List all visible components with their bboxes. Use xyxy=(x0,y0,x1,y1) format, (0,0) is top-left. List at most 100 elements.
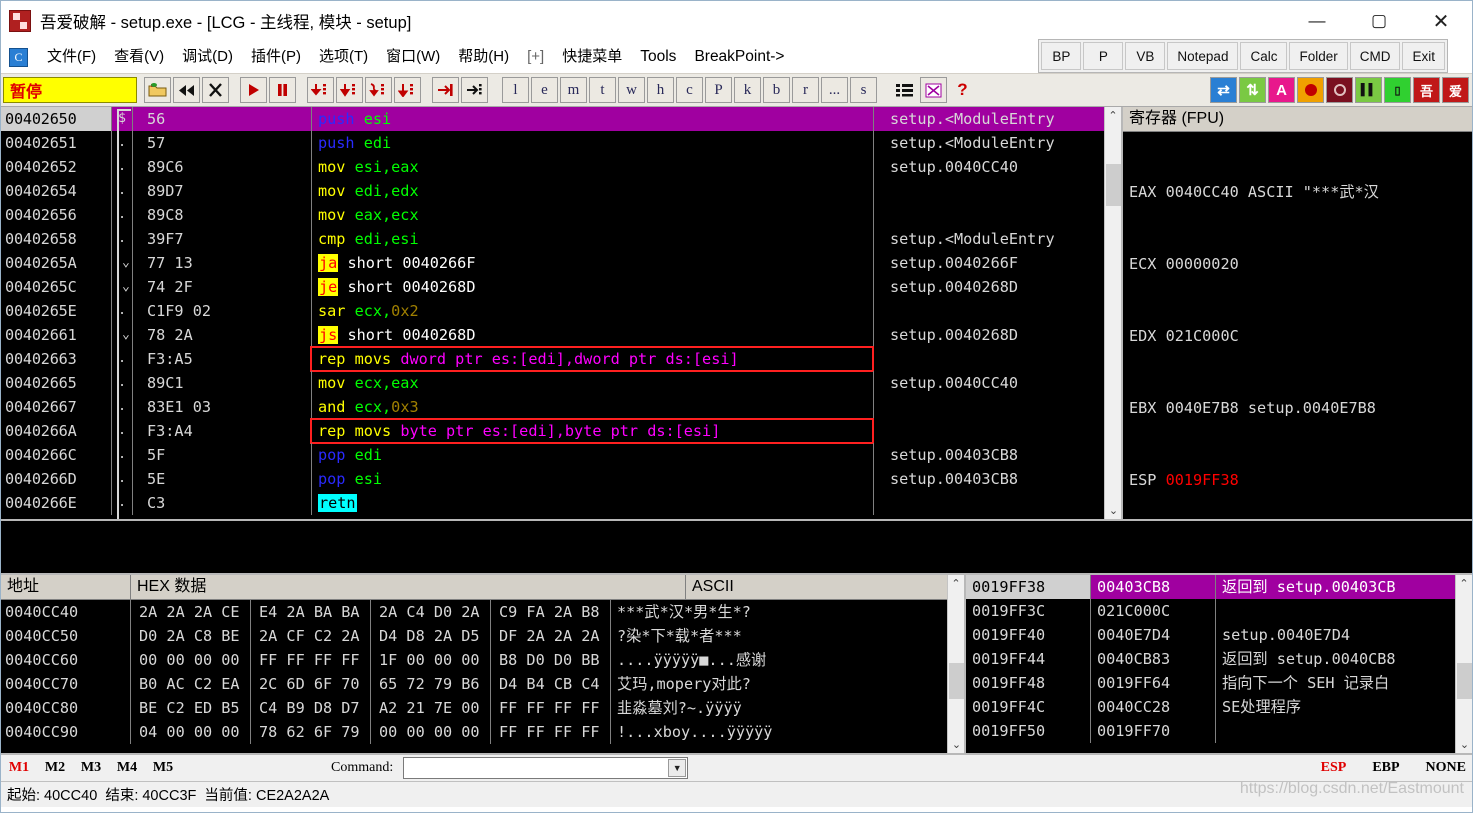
stack-value[interactable]: 021C000C xyxy=(1091,599,1216,623)
disasm-row[interactable]: 00402650 $ 56 push esi setup.<ModuleEntr… xyxy=(1,107,1121,131)
dump-hex-group[interactable]: 2A 2A 2A CE xyxy=(131,600,251,624)
dump-row[interactable]: 0040CC70 B0 AC C2 EA 2C 6D 6F 70 65 72 7… xyxy=(1,672,964,696)
options-list-icon[interactable] xyxy=(891,77,918,103)
menu-item-plugins[interactable]: 插件(P) xyxy=(242,42,310,72)
disasm-row[interactable]: 00402654 . 89D7 mov edi,edx xyxy=(1,179,1121,203)
scroll-up-icon[interactable]: ⌃ xyxy=(1105,107,1121,124)
step-into-icon[interactable] xyxy=(307,77,334,103)
dump-hex-group[interactable]: 04 00 00 00 xyxy=(131,720,251,744)
toolbar-threads-button[interactable]: t xyxy=(589,77,616,103)
toolbar-memory-button[interactable]: m xyxy=(560,77,587,103)
scroll-thumb[interactable] xyxy=(949,663,964,699)
stack-row[interactable]: 0019FF50 0019FF70 xyxy=(966,719,1472,743)
stack-scrollbar[interactable]: ⌃ ⌄ xyxy=(1455,575,1472,753)
ai-icon[interactable]: 爱 xyxy=(1442,77,1469,103)
chevron-down-icon[interactable]: ▼ xyxy=(668,759,687,777)
menu-item-breakpoint[interactable]: BreakPoint-> xyxy=(685,42,793,72)
animate-down-icon[interactable] xyxy=(394,77,421,103)
memory-dump-pane[interactable]: 地址 HEX 数据 ASCII 0040CC40 2A 2A 2A CE E4 … xyxy=(1,575,966,753)
memory-slot-m2[interactable]: M2 xyxy=(37,760,73,776)
register-row[interactable]: ESP 0019FF38 xyxy=(1129,468,1472,492)
disasm-row[interactable]: 00402658 . 39F7 cmp edi,esi setup.<Modul… xyxy=(1,227,1121,251)
record-icon[interactable] xyxy=(1297,77,1324,103)
memory-slot-m1[interactable]: M1 xyxy=(1,760,37,776)
dump-hex-group[interactable]: C4 B9 D8 D7 xyxy=(251,696,371,720)
scroll-down-icon[interactable]: ⌄ xyxy=(1105,502,1121,519)
dump-hex-group[interactable]: 2A C4 D0 2A xyxy=(371,600,491,624)
disassembly-scrollbar[interactable]: ⌃ ⌄ xyxy=(1104,107,1121,519)
toolbar-modules-button[interactable]: e xyxy=(531,77,558,103)
help-icon[interactable]: ? xyxy=(949,77,976,103)
disassembly-pane[interactable]: 00402650 $ 56 push esi setup.<ModuleEntr… xyxy=(1,107,1123,519)
command-input[interactable]: ▼ xyxy=(403,757,689,779)
dump-hex-group[interactable]: D4 D8 2A D5 xyxy=(371,624,491,648)
menu-item-help[interactable]: 帮助(H) xyxy=(449,42,518,72)
close-program-icon[interactable] xyxy=(202,77,229,103)
plugin-button-exit[interactable]: Exit xyxy=(1402,42,1445,70)
plugin-button-bp[interactable]: BP xyxy=(1041,42,1082,70)
stack-row[interactable]: 0019FF48 0019FF64 指向下一个 SEH 记录白 xyxy=(966,671,1472,695)
step-over-icon[interactable] xyxy=(336,77,363,103)
toolbar-more-button[interactable]: ... xyxy=(821,77,848,103)
disasm-row[interactable]: 00402663 . F3:A5 rep movs dword ptr es:[… xyxy=(1,346,1121,372)
scroll-down-icon[interactable]: ⌄ xyxy=(1456,736,1472,753)
stack-row[interactable]: 0019FF3C 021C000C xyxy=(966,599,1472,623)
dump-hex-group[interactable]: FF FF FF FF xyxy=(491,696,611,720)
disasm-row[interactable]: 00402667 . 83E1 03 and ecx,0x3 xyxy=(1,395,1121,419)
dump-hex-group[interactable]: A2 21 7E 00 xyxy=(371,696,491,720)
toolbar-handles-button[interactable]: h xyxy=(647,77,674,103)
stack-row[interactable]: 0019FF40 0040E7D4 setup.0040E7D4 xyxy=(966,623,1472,647)
barcode-icon[interactable]: ▌▌ xyxy=(1355,77,1382,103)
dump-hex-group[interactable]: FF FF FF FF xyxy=(491,720,611,744)
calculator-icon[interactable]: ▯ xyxy=(1384,77,1411,103)
memory-slot-m4[interactable]: M4 xyxy=(109,760,145,776)
disasm-row[interactable]: 0040265E . C1F9 02 sar ecx,0x2 xyxy=(1,299,1121,323)
toolbar-source-button[interactable]: s xyxy=(850,77,877,103)
disasm-row[interactable]: 00402661 .⌄ 78 2A js short 0040268D setu… xyxy=(1,323,1121,347)
disasm-row[interactable]: 0040266D . 5E pop esi setup.00403CB8 xyxy=(1,467,1121,491)
menu-item-debug[interactable]: 调试(D) xyxy=(173,42,242,72)
register-value[interactable]: 0040CC40 xyxy=(1166,183,1239,201)
dump-hex-group[interactable]: DF 2A 2A 2A xyxy=(491,624,611,648)
dump-row[interactable]: 0040CC80 BE C2 ED B5 C4 B9 D8 D7 A2 21 7… xyxy=(1,696,964,720)
stack-value[interactable]: 0040E7D4 xyxy=(1091,623,1216,647)
dump-hex-group[interactable]: D0 2A C8 BE xyxy=(131,624,251,648)
disasm-row[interactable]: 0040265A .⌄ 77 13 ja short 0040266F setu… xyxy=(1,251,1121,275)
menu-item-options[interactable]: 选项(T) xyxy=(310,42,377,72)
dump-hex-group[interactable]: 00 00 00 00 xyxy=(131,648,251,672)
stack-value[interactable]: 0019FF64 xyxy=(1091,671,1216,695)
register-value[interactable]: 0040E7B8 xyxy=(1166,399,1239,417)
scroll-up-icon[interactable]: ⌃ xyxy=(1456,575,1472,592)
dump-hex-group[interactable]: B0 AC C2 EA xyxy=(131,672,251,696)
dump-hex-group[interactable]: C9 FA 2A B8 xyxy=(491,600,611,624)
plugin-button-calc[interactable]: Calc xyxy=(1240,42,1288,70)
scroll-down-icon[interactable]: ⌄ xyxy=(948,736,964,753)
stack-row[interactable]: 0019FF4C 0040CC28 SE处理程序 xyxy=(966,695,1472,719)
dump-row[interactable]: 0040CC40 2A 2A 2A CE E4 2A BA BA 2A C4 D… xyxy=(1,600,964,624)
updown-arrows-icon[interactable]: ⇅ xyxy=(1239,77,1266,103)
disasm-row[interactable]: 00402665 . 89C1 mov ecx,eax setup.0040CC… xyxy=(1,371,1121,395)
register-row[interactable]: EDX 021C000C xyxy=(1129,324,1472,348)
memory-slot-m5[interactable]: M5 xyxy=(145,760,181,776)
plugin-button-p[interactable]: P xyxy=(1083,42,1124,70)
disasm-row[interactable]: 0040265C .⌄ 74 2F je short 0040268D setu… xyxy=(1,275,1121,299)
minimize-icon[interactable]: — xyxy=(1286,1,1348,41)
dump-hex-group[interactable]: B8 D0 D0 BB xyxy=(491,648,611,672)
register-value[interactable]: 00000020 xyxy=(1166,255,1239,273)
target-icon[interactable] xyxy=(1326,77,1353,103)
memory-slot-m3[interactable]: M3 xyxy=(73,760,109,776)
swap-arrows-icon[interactable]: ⇄ xyxy=(1210,77,1237,103)
open-folder-icon[interactable] xyxy=(144,77,171,103)
run-icon[interactable] xyxy=(240,77,267,103)
pause-icon[interactable] xyxy=(269,77,296,103)
dump-hex-group[interactable]: 00 00 00 00 xyxy=(371,720,491,744)
stack-row[interactable]: 0019FF38 00403CB8 返回到 setup.00403CB xyxy=(966,575,1472,599)
toolbar-cpu-button[interactable]: c xyxy=(676,77,703,103)
menu-item-tools[interactable]: Tools xyxy=(631,42,685,72)
dump-hex-group[interactable]: FF FF FF FF xyxy=(251,648,371,672)
stack-value[interactable]: 00403CB8 xyxy=(1091,575,1216,599)
resize-grip-icon[interactable] xyxy=(1456,791,1470,805)
disasm-row[interactable]: 0040266A . F3:A4 rep movs byte ptr es:[e… xyxy=(1,418,1121,444)
menu-item-view[interactable]: 查看(V) xyxy=(105,42,173,72)
plugin-button-notepad[interactable]: Notepad xyxy=(1167,42,1239,70)
